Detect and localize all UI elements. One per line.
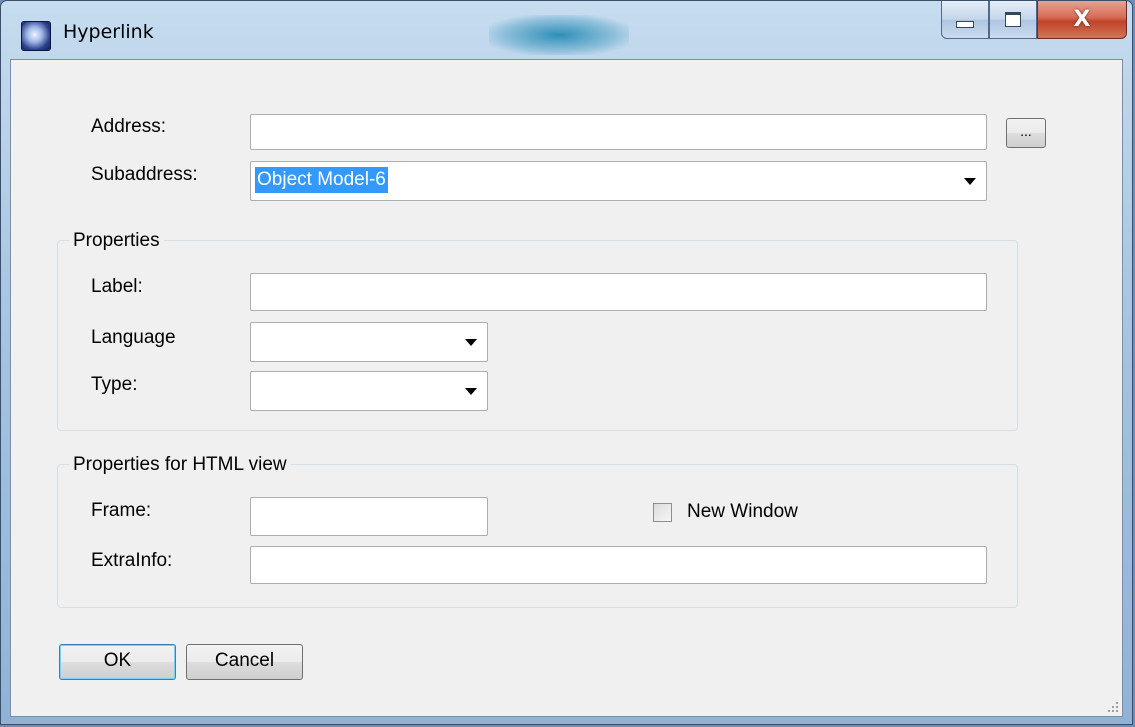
title-bar-glow bbox=[489, 15, 629, 55]
label-input[interactable] bbox=[250, 273, 987, 311]
subaddress-selected-text: Object Model-6 bbox=[255, 167, 388, 193]
chevron-down-icon bbox=[465, 388, 477, 395]
minimize-button[interactable] bbox=[941, 1, 989, 39]
maximize-icon bbox=[1005, 12, 1021, 27]
language-label: Language bbox=[91, 327, 176, 348]
type-combo[interactable] bbox=[250, 371, 488, 411]
new-window-label[interactable]: New Window bbox=[687, 501, 798, 523]
browse-button[interactable]: ... bbox=[1006, 118, 1046, 148]
window-title: Hyperlink bbox=[63, 21, 154, 43]
subaddress-combo[interactable]: Object Model-6 bbox=[250, 161, 987, 201]
resize-grip-icon[interactable] bbox=[1106, 700, 1118, 712]
title-bar[interactable]: Hyperlink X bbox=[1, 1, 1132, 59]
caption-buttons: X bbox=[941, 1, 1127, 41]
extrainfo-label: ExtraInfo: bbox=[91, 550, 173, 571]
maximize-button[interactable] bbox=[989, 1, 1037, 39]
address-label: Address: bbox=[91, 116, 166, 137]
chevron-down-icon bbox=[465, 339, 477, 346]
hyperlink-dialog-window: Hyperlink X Address: ... Subaddress: Obj… bbox=[0, 0, 1133, 725]
ok-button[interactable]: OK bbox=[59, 644, 176, 680]
cancel-button[interactable]: Cancel bbox=[186, 644, 303, 680]
html-view-group bbox=[57, 464, 1018, 608]
hyperlink-app-icon bbox=[21, 21, 51, 51]
close-icon: X bbox=[1073, 6, 1091, 32]
language-combo[interactable] bbox=[250, 322, 488, 362]
subaddress-label: Subaddress: bbox=[91, 164, 198, 185]
properties-group-title: Properties bbox=[69, 230, 164, 252]
properties-group bbox=[57, 240, 1018, 431]
extrainfo-input[interactable] bbox=[250, 546, 987, 584]
frame-input[interactable] bbox=[250, 497, 488, 536]
chevron-down-icon bbox=[964, 178, 976, 185]
dialog-client-area: Address: ... Subaddress: Object Model-6 … bbox=[10, 59, 1123, 717]
address-input[interactable] bbox=[250, 114, 987, 150]
frame-label: Frame: bbox=[91, 500, 152, 521]
minimize-icon bbox=[956, 21, 974, 28]
close-button[interactable]: X bbox=[1037, 1, 1127, 39]
label-label: Label: bbox=[91, 276, 143, 297]
new-window-checkbox[interactable] bbox=[653, 503, 672, 522]
type-label: Type: bbox=[91, 374, 138, 395]
html-view-group-title: Properties for HTML view bbox=[69, 454, 291, 476]
